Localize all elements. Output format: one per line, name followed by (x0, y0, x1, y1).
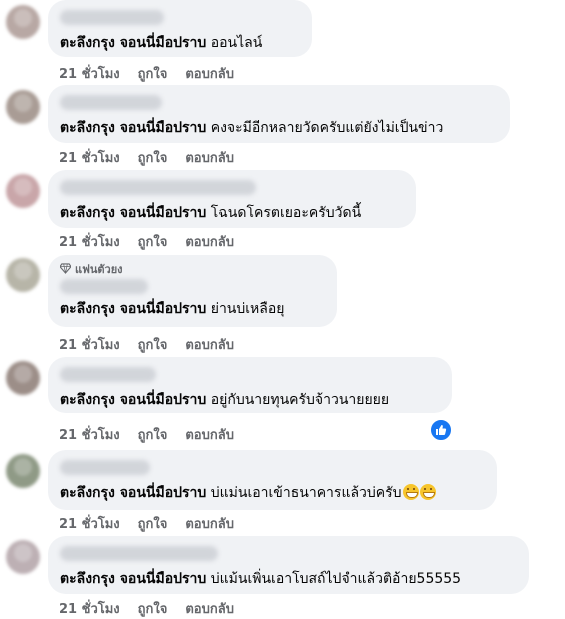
reply-button[interactable]: ตอบกลับ (185, 147, 234, 168)
like-button[interactable]: ถูกใจ (138, 334, 168, 355)
comment-time[interactable]: 21 ชั่วโมง (59, 334, 120, 355)
comment-author[interactable]: ตะลึงกรุง จอนนี่มือปราบ (60, 571, 206, 587)
comment-text: โฉนดโครตเยอะครับวัดนี้ (210, 205, 362, 221)
comment-text: บ่แม้นเพิ่นเอาโบสถ์ไปจำแล้วติอ้าย55555 (210, 571, 462, 587)
blurred-name (60, 546, 218, 561)
avatar[interactable] (6, 258, 40, 292)
grin-emoji-icon (419, 484, 436, 500)
avatar[interactable] (6, 540, 40, 574)
comment-time[interactable]: 21 ชั่วโมง (59, 424, 120, 445)
comment-bubble: ตะลึงกรุง จอนนี่มือปราบ บ่แม่นเอาเข้าธนา… (48, 450, 497, 510)
comment-actions: 21 ชั่วโมง ถูกใจ ตอบกลับ (59, 334, 234, 355)
comment-text: อยู่กับนายทุนครับจ้าวนายยยย (210, 392, 390, 408)
comment-author[interactable]: ตะลึงกรุง จอนนี่มือปราบ (60, 120, 206, 136)
comment-line: ตะลึงกรุง จอนนี่มือปราบ คงจะมีอีกหลายวัด… (60, 119, 498, 138)
blurred-name (60, 460, 150, 475)
like-button[interactable]: ถูกใจ (138, 513, 168, 534)
like-button[interactable]: ถูกใจ (138, 147, 168, 168)
comment-line: ตะลึงกรุง จอนนี่มือปราบ บ่แม่นเอาเข้าธนา… (60, 484, 485, 503)
comment-author[interactable]: ตะลึงกรุง จอนนี่มือปราบ (60, 205, 206, 221)
comment-time[interactable]: 21 ชั่วโมง (59, 63, 120, 84)
reply-button[interactable]: ตอบกลับ (185, 334, 234, 355)
avatar[interactable] (6, 174, 40, 208)
comment-bubble: ตะลึงกรุง จอนนี่มือปราบ อยู่กับนายทุนครั… (48, 357, 452, 413)
comment-bubble: ตะลึงกรุง จอนนี่มือปราบ ออนไลน์ (48, 0, 312, 57)
comment-time[interactable]: 21 ชั่วโมง (59, 147, 120, 168)
comment-actions: 21 ชั่วโมง ถูกใจ ตอบกลับ (59, 424, 234, 445)
avatar[interactable] (6, 5, 40, 39)
comment-text: คงจะมีอีกหลายวัดครับแต่ยังไม่เป็นข่าว (210, 120, 444, 136)
comment-actions: 21 ชั่วโมง ถูกใจ ตอบกลับ (59, 598, 234, 619)
reply-button[interactable]: ตอบกลับ (185, 424, 234, 445)
comment-author[interactable]: ตะลึงกรุง จอนนี่มือปราบ (60, 35, 206, 51)
comment-actions: 21 ชั่วโมง ถูกใจ ตอบกลับ (59, 513, 234, 534)
avatar[interactable] (6, 361, 40, 395)
comment-line: ตะลึงกรุง จอนนี่มือปราบ โฉนดโครตเยอะครับ… (60, 204, 404, 223)
comment-text: ย่านบ่เหลือยุ (210, 301, 285, 317)
avatar[interactable] (6, 90, 40, 124)
comment-line: ตะลึงกรุง จอนนี่มือปราบ บ่แม้นเพิ่นเอาโบ… (60, 570, 517, 589)
blurred-name (60, 10, 164, 25)
comment-actions: 21 ชั่วโมง ถูกใจ ตอบกลับ (59, 63, 234, 84)
blurred-name (60, 279, 148, 294)
comment-line: ตะลึงกรุง จอนนี่มือปราบ ออนไลน์ (60, 34, 300, 53)
fan-badge-label: แฟนตัวยง (75, 262, 123, 276)
like-button[interactable]: ถูกใจ (138, 231, 168, 252)
comment-bubble: ตะลึงกรุง จอนนี่มือปราบ บ่แม้นเพิ่นเอาโบ… (48, 536, 529, 594)
diamond-icon (60, 263, 71, 274)
comment-author[interactable]: ตะลึงกรุง จอนนี่มือปราบ (60, 485, 206, 501)
like-button[interactable]: ถูกใจ (138, 63, 168, 84)
comment-author[interactable]: ตะลึงกรุง จอนนี่มือปราบ (60, 392, 206, 408)
comment-text: บ่แม่นเอาเข้าธนาคารแล้วบ่ครับ (210, 485, 402, 501)
reply-button[interactable]: ตอบกลับ (185, 598, 234, 619)
comment-actions: 21 ชั่วโมง ถูกใจ ตอบกลับ (59, 147, 234, 168)
comment-text: ออนไลน์ (210, 35, 263, 51)
comment-bubble: ตะลึงกรุง จอนนี่มือปราบ โฉนดโครตเยอะครับ… (48, 170, 416, 228)
avatar[interactable] (6, 454, 40, 488)
comment-author[interactable]: ตะลึงกรุง จอนนี่มือปราบ (60, 301, 206, 317)
comment-line: ตะลึงกรุง จอนนี่มือปราบ อยู่กับนายทุนครั… (60, 391, 440, 410)
like-button[interactable]: ถูกใจ (138, 424, 168, 445)
blurred-name (60, 180, 256, 195)
comment-bubble: ตะลึงกรุง จอนนี่มือปราบ คงจะมีอีกหลายวัด… (48, 85, 510, 143)
reply-button[interactable]: ตอบกลับ (185, 63, 234, 84)
comment-time[interactable]: 21 ชั่วโมง (59, 513, 120, 534)
grin-emoji-icon (402, 484, 419, 500)
fan-badge: แฟนตัวยง (60, 262, 325, 276)
thumbs-up-icon (436, 425, 447, 435)
comment-time[interactable]: 21 ชั่วโมง (59, 598, 120, 619)
blurred-name (60, 367, 156, 382)
reply-button[interactable]: ตอบกลับ (185, 513, 234, 534)
like-button[interactable]: ถูกใจ (138, 598, 168, 619)
reply-button[interactable]: ตอบกลับ (185, 231, 234, 252)
like-icon[interactable] (430, 419, 452, 441)
comment-time[interactable]: 21 ชั่วโมง (59, 231, 120, 252)
comment-bubble: แฟนตัวยง ตะลึงกรุง จอนนี่มือปราบ ย่านบ่เ… (48, 255, 337, 327)
comment-line: ตะลึงกรุง จอนนี่มือปราบ ย่านบ่เหลือยุ (60, 300, 325, 319)
comment-actions: 21 ชั่วโมง ถูกใจ ตอบกลับ (59, 231, 234, 252)
blurred-name (60, 95, 162, 110)
